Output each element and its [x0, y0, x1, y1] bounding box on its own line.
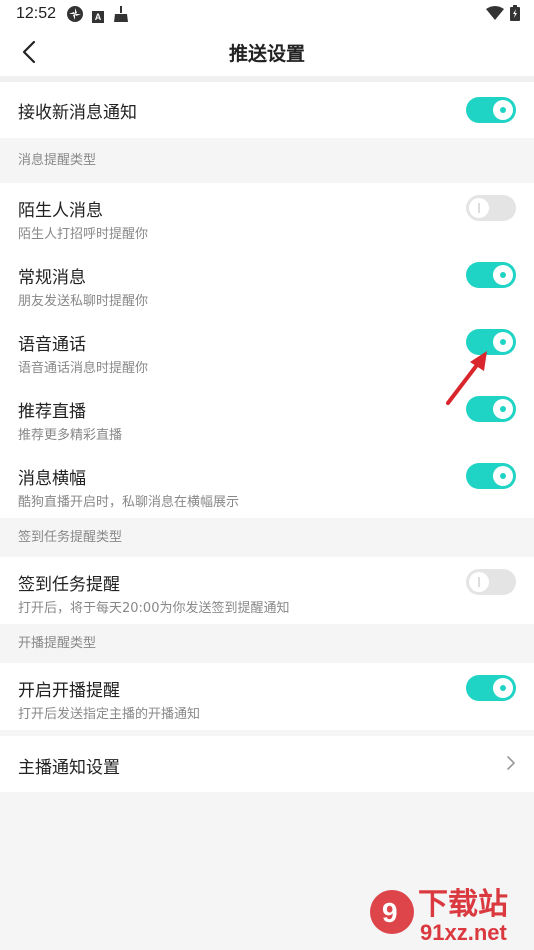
svg-text:91xz.net: 91xz.net [420, 920, 507, 945]
receive-notifications-label: 接收新消息通知 [18, 103, 137, 123]
status-time: 12:52 [16, 5, 57, 22]
receive-notifications-row: 接收新消息通知 [0, 82, 534, 138]
setting-title: 陌生人消息 [18, 201, 103, 221]
setting-subtitle: 打开后发送指定主播的开播通知 [18, 707, 201, 722]
setting-title: 常规消息 [18, 268, 86, 288]
setting-title: 语音通话 [18, 335, 86, 355]
receive-notifications-toggle[interactable] [466, 97, 516, 123]
toggle-knob [493, 332, 513, 352]
setting-title: 推荐直播 [18, 402, 86, 422]
status-icons: A [66, 5, 130, 28]
toggle-knob [493, 100, 513, 120]
setting-row-live-start: 开启开播提醒 打开后发送指定主播的开播通知 [0, 663, 534, 730]
setting-subtitle: 语音通话消息时提醒你 [18, 361, 149, 376]
pinwheel-icon [66, 5, 84, 28]
broom-icon [112, 5, 130, 28]
voice-call-toggle[interactable] [466, 329, 516, 355]
setting-row-checkin-reminder: 签到任务提醒 打开后，将于每天20:00为你发送签到提醒通知 [0, 557, 534, 624]
anchor-notification-settings-label: 主播通知设置 [18, 758, 120, 778]
recommended-live-toggle[interactable] [466, 396, 516, 422]
regular-messages-toggle[interactable] [466, 262, 516, 288]
chevron-right-icon [507, 756, 515, 770]
status-right [486, 5, 520, 26]
toggle-knob [493, 399, 513, 419]
setting-subtitle: 朋友发送私聊时提醒你 [18, 294, 149, 309]
setting-title: 开启开播提醒 [18, 681, 120, 701]
checkin-reminder-toggle[interactable] [466, 569, 516, 595]
live-start-toggle[interactable] [466, 675, 516, 701]
setting-row-message-banner: 消息横幅 酷狗直播开启时，私聊消息在横幅展示 [0, 451, 534, 518]
watermark-logo: 9 下载站 91xz.net [368, 882, 528, 946]
toggle-knob [493, 466, 513, 486]
message-banner-toggle[interactable] [466, 463, 516, 489]
setting-subtitle: 推荐更多精彩直播 [18, 428, 123, 443]
wifi-icon [486, 6, 504, 25]
svg-text:下载站: 下载站 [418, 887, 508, 922]
setting-row-recommended-live: 推荐直播 推荐更多精彩直播 [0, 384, 534, 451]
setting-subtitle: 陌生人打招呼时提醒你 [18, 227, 149, 242]
setting-row-regular-messages: 常规消息 朋友发送私聊时提醒你 [0, 250, 534, 317]
page-title: 推送设置 [228, 43, 305, 65]
section-header-checkin: 签到任务提醒类型 [0, 518, 534, 557]
stranger-messages-toggle[interactable] [466, 195, 516, 221]
setting-subtitle: 打开后，将于每天20:00为你发送签到提醒通知 [18, 601, 290, 616]
setting-title: 消息横幅 [18, 469, 86, 489]
app-header: 推送设置 [0, 28, 534, 82]
toggle-knob [469, 198, 489, 218]
section-header-message-types: 消息提醒类型 [0, 138, 534, 183]
toggle-knob [469, 572, 489, 592]
setting-subtitle: 酷狗直播开启时，私聊消息在横幅展示 [18, 495, 240, 510]
setting-title: 签到任务提醒 [18, 575, 120, 595]
toggle-knob [493, 678, 513, 698]
toggle-knob [493, 265, 513, 285]
a-icon: A [92, 10, 104, 23]
battery-icon [510, 5, 520, 26]
status-bar: 12:52 A [0, 0, 534, 28]
setting-row-voice-call: 语音通话 语音通话消息时提醒你 [0, 317, 534, 384]
setting-row-stranger-messages: 陌生人消息 陌生人打招呼时提醒你 [0, 183, 534, 250]
anchor-notification-settings-row[interactable]: 主播通知设置 [0, 736, 534, 792]
section-header-live-start: 开播提醒类型 [0, 624, 534, 663]
svg-text:9: 9 [382, 897, 398, 928]
